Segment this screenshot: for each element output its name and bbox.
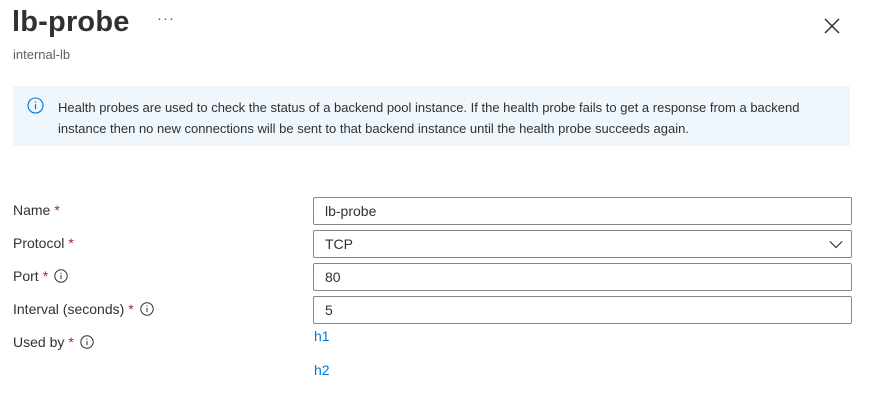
protocol-dropdown[interactable]: TCP <box>313 230 852 258</box>
used-by-label: Used by * <box>13 334 94 350</box>
interval-label-text: Interval (seconds) <box>13 301 125 317</box>
required-asterisk: * <box>54 202 60 218</box>
name-label-text: Name <box>13 202 51 218</box>
name-input[interactable]: lb-probe <box>313 197 852 225</box>
info-tooltip-icon[interactable] <box>140 302 154 316</box>
port-label-text: Port <box>13 268 39 284</box>
close-button[interactable] <box>822 16 842 36</box>
info-tooltip-icon[interactable] <box>54 269 68 283</box>
port-input[interactable]: 80 <box>313 263 852 291</box>
required-asterisk: * <box>68 235 74 251</box>
used-by-link[interactable]: h2 <box>314 362 330 378</box>
used-by-label-text: Used by <box>13 334 65 350</box>
protocol-label-text: Protocol <box>13 235 65 251</box>
port-label: Port * <box>13 268 68 284</box>
more-options-button[interactable]: ··· <box>157 10 175 27</box>
close-icon <box>824 18 840 34</box>
name-label: Name * <box>13 202 60 218</box>
used-by-link[interactable]: h1 <box>314 328 330 344</box>
panel-subtitle: internal-lb <box>13 47 71 62</box>
info-banner: Health probes are used to check the stat… <box>13 86 850 146</box>
protocol-label: Protocol * <box>13 235 74 251</box>
chevron-down-icon <box>829 241 843 249</box>
required-asterisk: * <box>68 334 74 350</box>
interval-label: Interval (seconds) * <box>13 301 154 317</box>
panel-title: lb-probe <box>12 6 130 38</box>
required-asterisk: * <box>128 301 134 317</box>
info-icon <box>27 97 44 114</box>
info-tooltip-icon[interactable] <box>80 335 94 349</box>
info-text: Health probes are used to check the stat… <box>58 100 800 136</box>
protocol-selected-value: TCP <box>325 236 353 252</box>
required-asterisk: * <box>42 268 49 284</box>
interval-input[interactable]: 5 <box>313 296 852 324</box>
